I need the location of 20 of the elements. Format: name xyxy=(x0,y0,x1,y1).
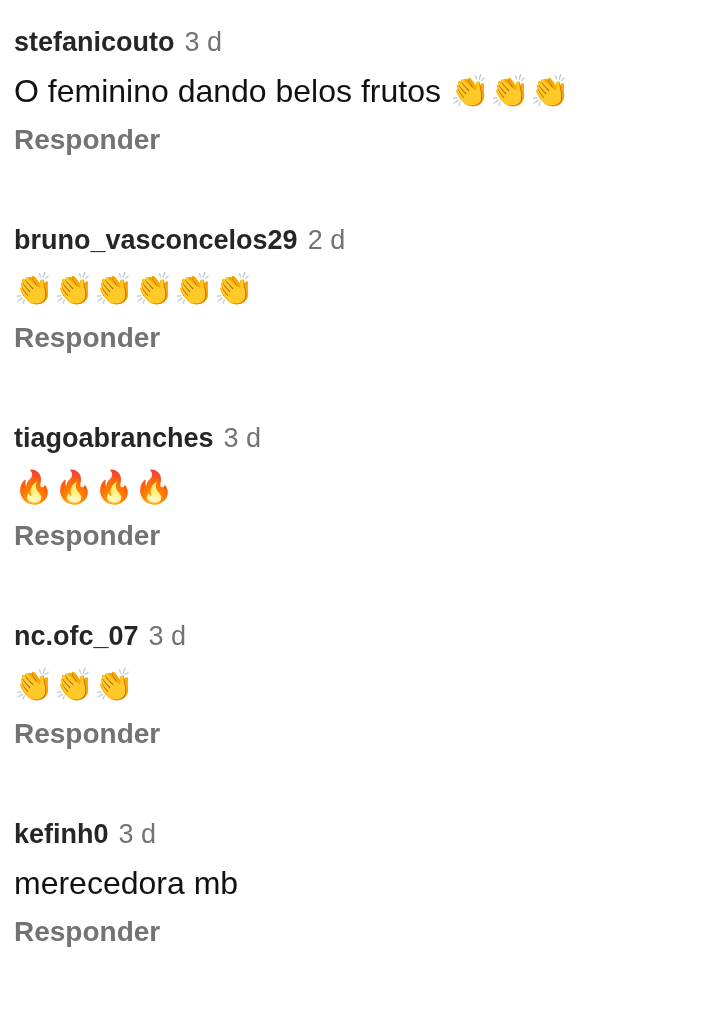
reply-link[interactable]: Responder xyxy=(14,318,161,358)
comment-time: 3 d xyxy=(223,422,262,455)
username[interactable]: nc.ofc_07 xyxy=(14,616,139,657)
comment-text: 🔥🔥🔥🔥 xyxy=(14,468,175,507)
username[interactable]: kefinh0 xyxy=(14,814,109,855)
comment-time: 3 d xyxy=(184,26,223,59)
comment-time: 3 d xyxy=(148,620,187,653)
username[interactable]: bruno_vasconcelos29 xyxy=(14,220,298,261)
reply-link[interactable]: Responder xyxy=(14,120,161,160)
comment-text: 👏👏👏👏👏👏 xyxy=(14,270,255,309)
comment-text: 👏👏👏 xyxy=(14,666,135,705)
username[interactable]: tiagoabranches xyxy=(14,418,214,459)
comment-time: 3 d xyxy=(118,818,157,851)
reply-link[interactable]: Responder xyxy=(14,714,161,754)
comment-text: merecedora mb xyxy=(14,864,240,903)
reply-link[interactable]: Responder xyxy=(14,516,161,556)
comment-text: O feminino dando belos frutos 👏👏👏 xyxy=(14,72,571,111)
reply-link[interactable]: Responder xyxy=(14,912,161,952)
comment-time: 2 d xyxy=(307,224,346,257)
username[interactable]: stefanicouto xyxy=(14,22,175,63)
